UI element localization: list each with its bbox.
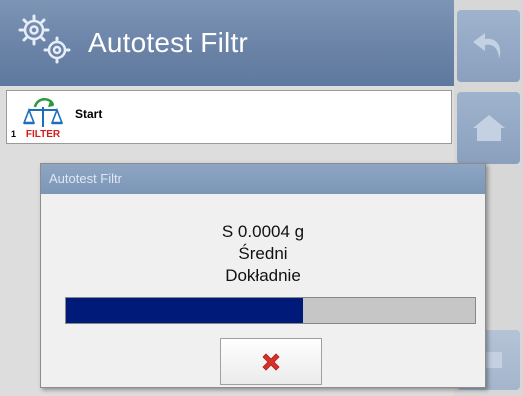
header-bar: Autotest Filtr [0,0,454,86]
autotest-dialog: Autotest Filtr S 0.0004 g Średni Dokładn… [40,163,486,388]
balance-filter-icon: FILTER [22,98,64,140]
result-precision: Dokładnie [225,266,301,285]
page-title: Autotest Filtr [88,27,248,58]
filter-icon-text: FILTER [26,129,61,140]
result-value: S 0.0004 g [221,222,305,241]
undo-arrow-icon [472,33,500,59]
cancel-button[interactable] [220,338,322,385]
close-x-icon [262,352,280,371]
dialog-title: Autotest Filtr [49,171,122,186]
list-item-start[interactable]: 1 FILTER Start [6,90,452,144]
dialog-title-bar: Autotest Filtr [41,164,485,194]
item-label: Start [75,107,103,121]
home-icon [472,115,505,141]
gear-icon [18,14,71,64]
result-level: Średni [238,244,288,263]
progress-bar [65,297,476,324]
home-button[interactable] [457,92,520,164]
item-number: 1 [11,129,17,139]
back-button[interactable] [457,10,520,82]
progress-fill [66,298,304,323]
